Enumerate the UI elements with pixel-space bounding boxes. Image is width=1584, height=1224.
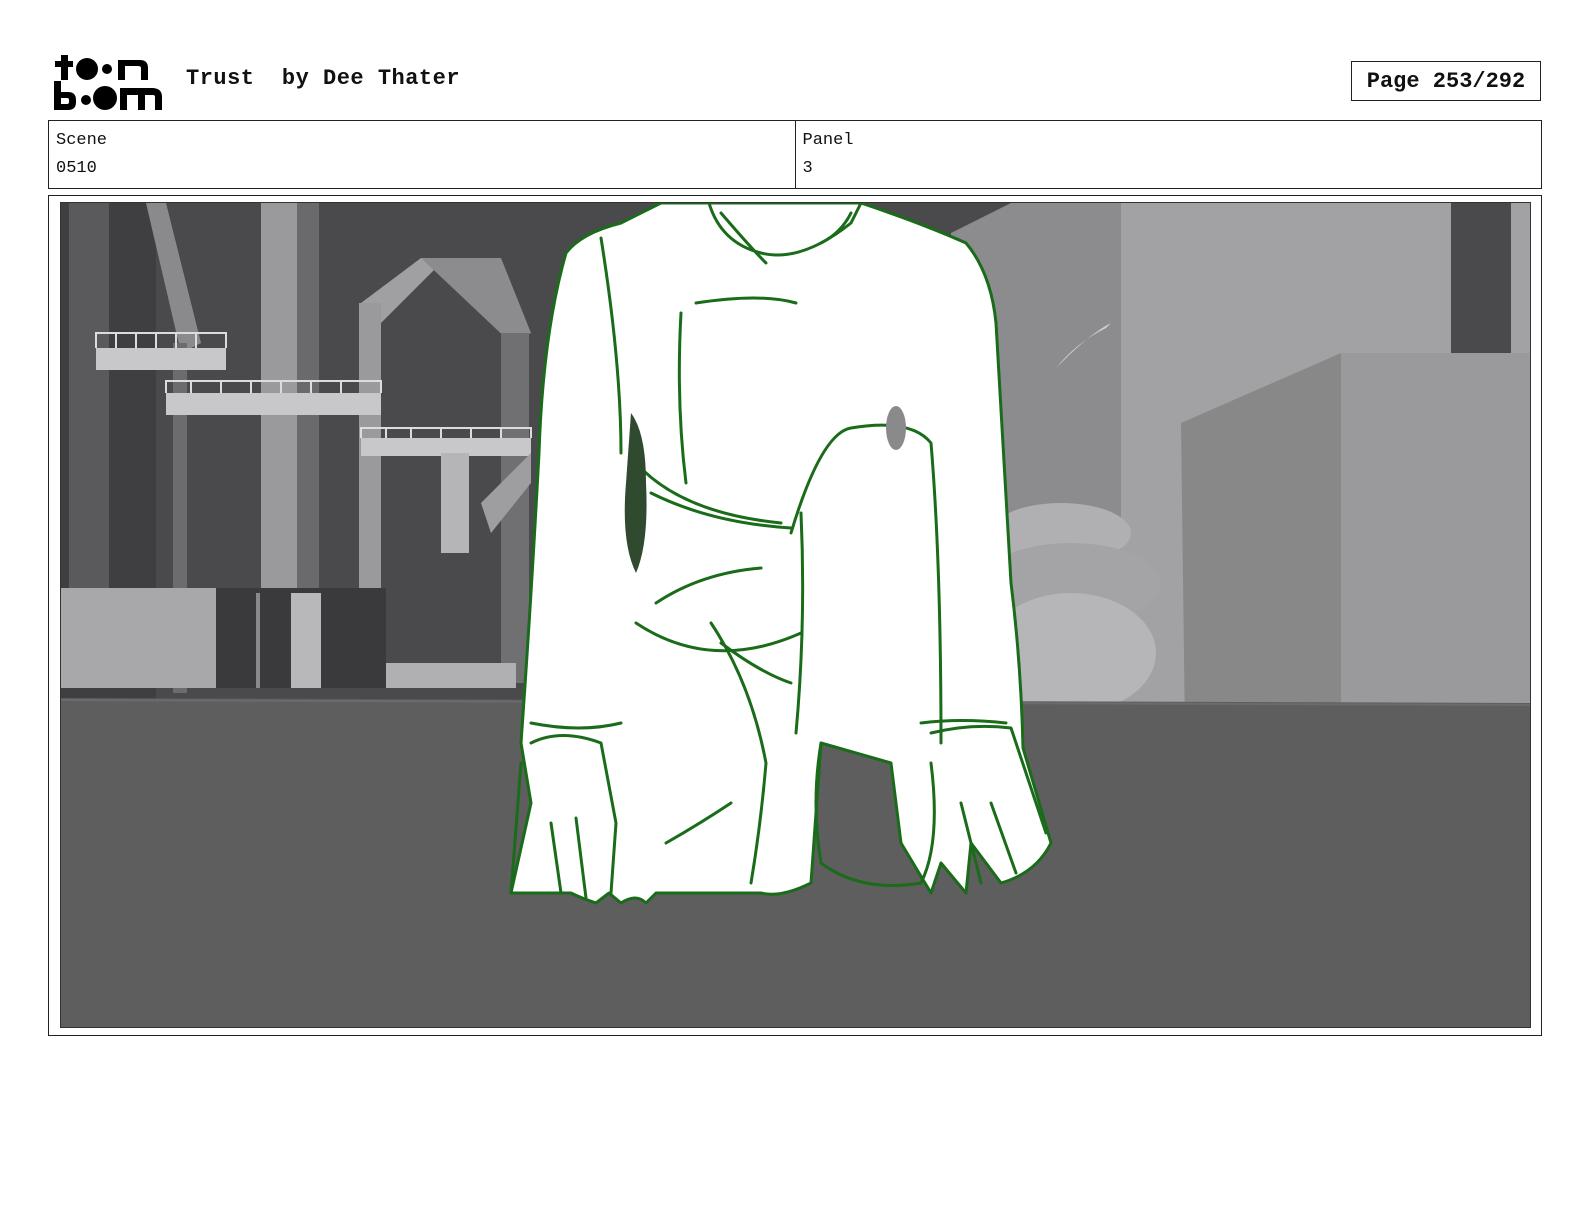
page-number: Page 253/292 (1366, 68, 1526, 94)
scene-cell: Scene 0510 (49, 121, 795, 188)
panel-label: Panel (802, 131, 854, 150)
page-number-box: Page 253/292 (1351, 61, 1541, 101)
document-title: Trust by Dee Thater (186, 66, 461, 91)
panel-value: 3 (802, 159, 813, 178)
panel-cell: Panel 3 (794, 121, 1542, 188)
scene-value: 0510 (56, 159, 97, 178)
storyboard-panel-image (60, 202, 1531, 1028)
scene-label: Scene (56, 131, 108, 150)
character-sketch (509, 203, 1053, 905)
toon-boom-logo (52, 52, 164, 112)
scene-panel-info: Scene 0510 Panel 3 (48, 120, 1542, 189)
